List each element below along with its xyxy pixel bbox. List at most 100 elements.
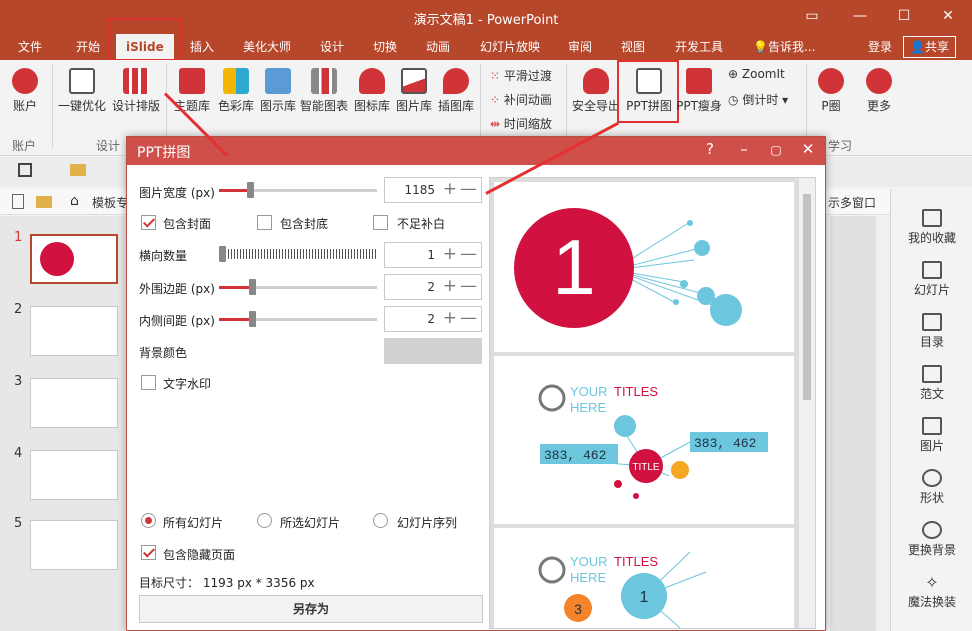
slider-knob[interactable] [219, 246, 226, 262]
multi-window-link[interactable]: 示多窗口 [828, 194, 876, 211]
inner-slider[interactable] [219, 311, 377, 327]
minimize-button[interactable]: — [846, 6, 874, 26]
smart-chart-button[interactable]: 智能图表 [300, 68, 348, 114]
lib-icon-button[interactable]: 图标库 [352, 68, 392, 114]
lib-illus-button[interactable]: 插图库 [436, 68, 476, 114]
cols-stepper[interactable]: 1 + — [384, 242, 482, 268]
scroll-thumb[interactable] [803, 194, 811, 400]
more-button[interactable]: 更多 [862, 68, 896, 114]
account-label: 账户 [12, 99, 37, 113]
save-icon[interactable] [18, 163, 32, 177]
inner-stepper[interactable]: 2 + — [384, 306, 482, 332]
tab-developer[interactable]: 开发工具 [675, 38, 723, 56]
save-as-button[interactable]: 另存为 [139, 595, 483, 623]
yijian-button[interactable]: 一键优化 [58, 68, 106, 114]
tab-review[interactable]: 审阅 [568, 38, 592, 56]
tween-anim-button[interactable]: ⁘ 补间动画 [490, 91, 552, 108]
folder-icon[interactable] [70, 164, 86, 176]
editor-scrollbar[interactable] [876, 216, 890, 631]
tellme-box[interactable]: 💡告诉我... [753, 38, 815, 56]
all-slides-radio[interactable] [141, 513, 156, 528]
pquan-button[interactable]: P圈 [814, 68, 848, 114]
rp-shape[interactable]: 形状 [891, 469, 972, 506]
rp-favorites[interactable]: 我的收藏 [891, 209, 972, 246]
ribbon-display-icon[interactable]: ▭ [798, 6, 826, 26]
hidden-label: 包含隐藏页面 [163, 548, 236, 562]
smooth-transition-button[interactable]: ⁙ 平滑过渡 [490, 67, 552, 84]
new-doc-icon[interactable] [12, 194, 24, 209]
tab-animations[interactable]: 动画 [426, 38, 450, 56]
lib-color-button[interactable]: 色彩库 [216, 68, 256, 114]
slider-knob[interactable] [247, 182, 254, 198]
tab-design[interactable]: 设计 [320, 38, 344, 56]
minus-icon[interactable]: — [460, 244, 477, 264]
close-button[interactable]: ✕ [934, 6, 962, 26]
outer-stepper[interactable]: 2 + — [384, 274, 482, 300]
theme-icon [179, 68, 205, 94]
watermark-checkbox[interactable] [141, 375, 156, 390]
share-button[interactable]: 👤共享 [903, 36, 956, 58]
tab-transitions[interactable]: 切换 [373, 38, 397, 56]
folder-icon[interactable] [36, 196, 52, 208]
template-link[interactable]: 模板专 [92, 194, 128, 211]
slide-thumb-4[interactable] [30, 450, 118, 500]
plus-icon[interactable]: + [443, 276, 457, 296]
inc-cover-checkbox[interactable] [141, 215, 156, 230]
slide-number: 4 [14, 446, 23, 461]
width-stepper[interactable]: 1185 + — [384, 177, 482, 203]
rp-slides[interactable]: 幻灯片 [891, 261, 972, 298]
lib-diagram-button[interactable]: 图示库 [258, 68, 298, 114]
pinjie-highlight [617, 60, 679, 123]
rp-bg[interactable]: 更换背景 [891, 521, 972, 558]
maximize-button[interactable]: ▢ [765, 143, 787, 157]
plus-icon[interactable]: + [443, 308, 457, 328]
plus-icon[interactable]: + [443, 179, 457, 199]
selected-slides-radio[interactable] [257, 513, 272, 528]
preview-scrollbar[interactable] [799, 178, 815, 628]
slider-knob[interactable] [249, 279, 256, 295]
account-button[interactable]: 账户 [8, 68, 42, 114]
width-slider[interactable] [219, 182, 377, 198]
magic-wand-icon: ✧ [925, 573, 939, 592]
countdown-button[interactable]: ◷ 倒计时 ▾ [728, 91, 788, 108]
tab-slideshow[interactable]: 幻灯片放映 [480, 38, 540, 56]
hidden-checkbox[interactable] [141, 545, 156, 560]
maximize-button[interactable]: ☐ [890, 6, 918, 26]
time-scale-button[interactable]: ⇹ 时间缩放 [490, 115, 552, 132]
plus-icon[interactable]: + [443, 244, 457, 264]
tab-file[interactable]: 文件 [18, 38, 42, 56]
rp-samples[interactable]: 范文 [891, 365, 972, 402]
minimize-button[interactable]: – [733, 140, 755, 158]
inc-back-checkbox[interactable] [257, 215, 272, 230]
minus-icon[interactable]: — [460, 276, 477, 296]
bg-color-swatch[interactable] [384, 338, 482, 364]
slider-knob[interactable] [249, 311, 256, 327]
slide-thumb-3[interactable] [30, 378, 118, 428]
lib-picture-button[interactable]: 图片库 [394, 68, 434, 114]
sequence-radio[interactable] [373, 513, 388, 528]
tab-view[interactable]: 视图 [621, 38, 645, 56]
rp-magic[interactable]: ✧ 魔法换装 [891, 573, 972, 610]
close-button[interactable]: ✕ [797, 140, 819, 158]
sheji-button[interactable]: 设计排版 [110, 68, 162, 114]
tab-meihua[interactable]: 美化大师 [243, 38, 291, 56]
ppt-shou-button[interactable]: PPT瘦身 [676, 68, 722, 114]
minus-icon[interactable]: — [460, 308, 477, 328]
pad-checkbox[interactable] [373, 215, 388, 230]
rp-toc[interactable]: 目录 [891, 313, 972, 350]
home-icon[interactable]: ⌂ [70, 193, 79, 209]
outer-slider[interactable] [219, 279, 377, 295]
help-icon[interactable]: ? [699, 140, 721, 158]
slide-thumb-2[interactable] [30, 306, 118, 356]
login-link[interactable]: 登录 [868, 38, 892, 56]
safe-export-button[interactable]: 安全导出 [572, 68, 620, 114]
rp-picture[interactable]: 图片 [891, 417, 972, 454]
zoomit-button[interactable]: ⊕ ZoomIt [728, 67, 785, 81]
slide-thumb-1[interactable] [30, 234, 118, 284]
minus-icon[interactable]: — [460, 179, 477, 199]
slide-thumb-5[interactable] [30, 520, 118, 570]
tab-home[interactable]: 开始 [76, 38, 100, 56]
tab-insert[interactable]: 插入 [190, 38, 214, 56]
cols-slider[interactable] [219, 246, 377, 262]
slide-thumbnails: 1 2 3 4 5 [0, 216, 125, 631]
